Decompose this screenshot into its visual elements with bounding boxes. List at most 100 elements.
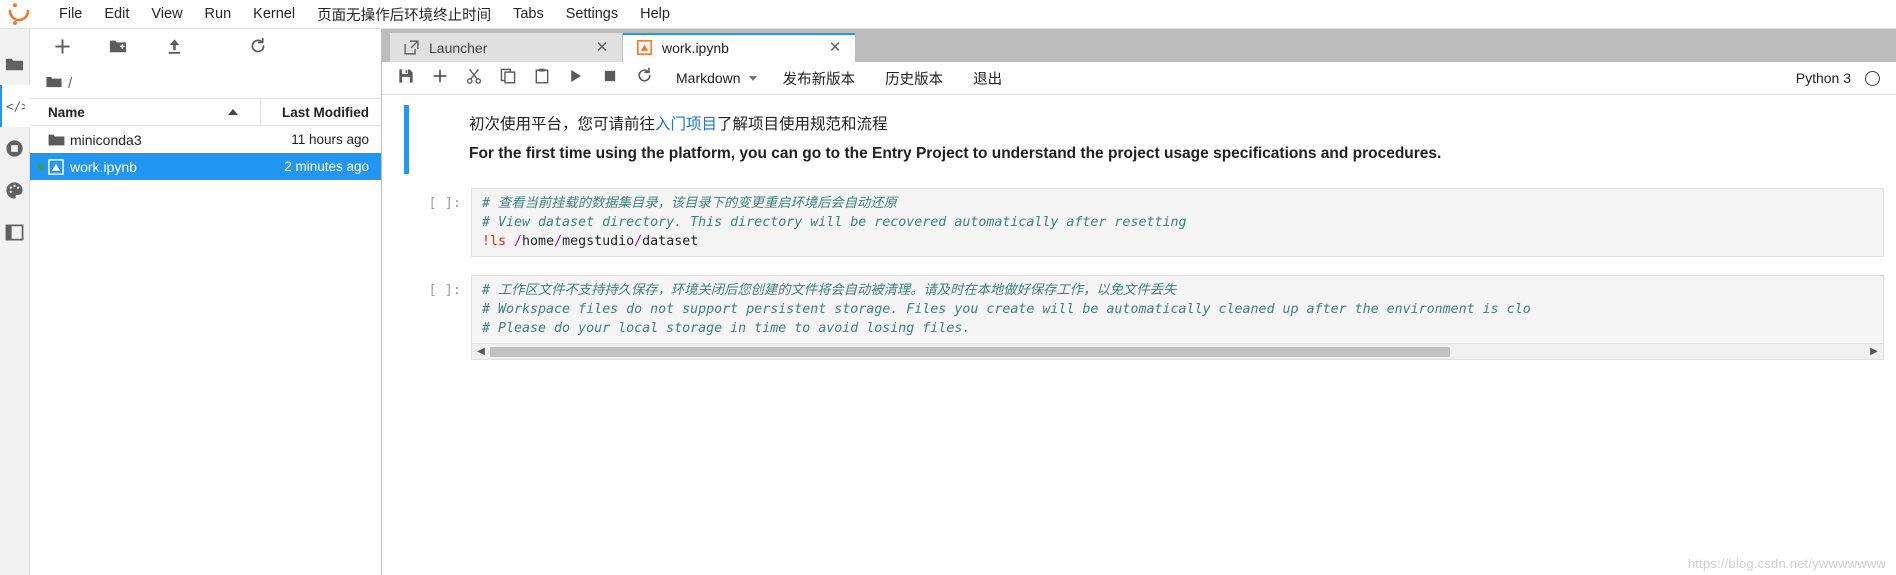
scrollbar-thumb[interactable] xyxy=(490,346,1450,357)
code-editor[interactable]: # 查看当前挂载的数据集目录，该目录下的变更重启环境后会自动还原 # View … xyxy=(471,188,1884,258)
refresh-button[interactable] xyxy=(230,34,286,64)
column-header-name[interactable]: Name xyxy=(30,99,261,125)
publish-new-version-button[interactable]: 发布新版本 xyxy=(773,65,866,92)
scissors-icon xyxy=(466,68,482,89)
code-brackets-icon: </> xyxy=(5,97,24,115)
watermark-text: https://blog.csdn.net/ywwwwwww xyxy=(1687,556,1886,571)
menu-view[interactable]: View xyxy=(140,3,193,25)
restart-kernel-button[interactable] xyxy=(628,65,660,91)
copy-cell-button[interactable] xyxy=(492,65,524,91)
sidebar-extension-code[interactable]: </> xyxy=(0,85,30,127)
new-launcher-button[interactable] xyxy=(34,34,90,64)
copy-icon xyxy=(500,68,516,89)
menu-idle-timeout[interactable]: 页面无操作后环境终止时间 xyxy=(306,1,502,28)
tab-launcher[interactable]: Launcher ✕ xyxy=(390,33,622,62)
file-list-header: Name Last Modified xyxy=(30,98,381,126)
history-versions-button[interactable]: 历史版本 xyxy=(875,65,953,92)
palette-icon xyxy=(5,181,24,200)
folder-icon xyxy=(5,55,24,74)
scroll-left-arrow[interactable]: ◀ xyxy=(474,346,488,357)
path-part: megstudio xyxy=(562,234,635,250)
file-name: work.ipynb xyxy=(70,158,137,175)
path-part: dataset xyxy=(642,234,699,250)
file-list: miniconda3 11 hours ago work.ipynb 2 min… xyxy=(30,126,381,575)
menu-bar: File Edit View Run Kernel 页面无操作后环境终止时间 T… xyxy=(0,0,1896,29)
markdown-text-pre: 初次使用平台，您可请前往 xyxy=(469,116,656,133)
code-line: # Please do your local storage in time t… xyxy=(482,321,971,337)
kernel-name-label[interactable]: Python 3 xyxy=(1796,70,1851,86)
exit-button[interactable]: 退出 xyxy=(963,65,1012,92)
path-part: home xyxy=(522,234,555,250)
notebook-cell-code[interactable]: [ ]: # 查看当前挂载的数据集目录，该目录下的变更重启环境后会自动还原 # … xyxy=(382,188,1896,258)
cell-type-value: Markdown xyxy=(676,70,741,86)
file-browser-panel: / Name Last Modified miniconda3 11 hours… xyxy=(30,29,382,575)
tab-label: Launcher xyxy=(429,39,488,56)
column-header-last-modified[interactable]: Last Modified xyxy=(261,99,381,125)
new-folder-button[interactable] xyxy=(90,34,146,64)
notebook-cell-code[interactable]: [ ]: # 工作区文件不支持持久保存，环境关闭后您创建的文件将会自动被清理。请… xyxy=(382,275,1896,345)
menu-help[interactable]: Help xyxy=(629,3,681,25)
tab-label: work.ipynb xyxy=(662,39,729,56)
code-line: # View dataset directory. This directory… xyxy=(482,215,1187,231)
cell-prompt: [ ]: xyxy=(428,195,461,212)
path-sep: / xyxy=(554,234,563,250)
folder-icon xyxy=(48,133,70,147)
path-sep: / xyxy=(634,234,643,250)
menu-tabs[interactable]: Tabs xyxy=(502,3,555,25)
notebook-panel[interactable]: 初次使用平台，您可请前往入门项目了解项目使用规范和流程 For the firs… xyxy=(382,95,1896,575)
scroll-right-arrow[interactable]: ▶ xyxy=(1867,346,1881,357)
code-line: # 查看当前挂载的数据集目录，该目录下的变更重启环境后会自动还原 xyxy=(482,196,897,212)
chevron-down-icon xyxy=(748,75,757,81)
sidebar-running-terminals[interactable] xyxy=(0,127,30,169)
cut-cell-button[interactable] xyxy=(458,65,490,91)
kernel-status-indicator[interactable] xyxy=(1865,70,1880,86)
play-icon xyxy=(568,68,584,89)
cell-type-select[interactable]: Markdown xyxy=(668,66,763,90)
menu-settings[interactable]: Settings xyxy=(555,3,629,25)
folder-icon xyxy=(46,75,62,92)
file-name: miniconda3 xyxy=(70,131,142,148)
file-modified: 11 hours ago xyxy=(291,132,369,147)
close-icon[interactable]: ✕ xyxy=(827,40,843,56)
launcher-icon xyxy=(404,40,419,55)
markdown-text-post: 了解项目使用规范和流程 xyxy=(717,116,888,133)
running-indicator-dot xyxy=(38,163,44,170)
stop-circle-icon xyxy=(5,139,24,158)
insert-cell-button[interactable] xyxy=(424,65,456,91)
paste-cell-button[interactable] xyxy=(526,65,558,91)
list-item[interactable]: miniconda3 11 hours ago xyxy=(30,126,381,153)
run-cell-button[interactable] xyxy=(560,65,592,91)
breadcrumb[interactable]: / xyxy=(30,68,381,98)
menu-kernel[interactable]: Kernel xyxy=(242,3,306,25)
interrupt-kernel-button[interactable] xyxy=(594,65,626,91)
notebook-cell-markdown[interactable]: 初次使用平台，您可请前往入门项目了解项目使用规范和流程 For the firs… xyxy=(382,105,1896,175)
markdown-line-english: For the first time using the platform, y… xyxy=(469,144,1442,162)
code-editor[interactable]: # 工作区文件不支持持久保存，环境关闭后您创建的文件将会自动被清理。请及时在本地… xyxy=(471,275,1884,345)
menu-file[interactable]: File xyxy=(48,3,93,25)
code-line: # Workspace files do not support persist… xyxy=(482,302,1531,318)
close-icon[interactable]: ✕ xyxy=(594,40,610,56)
paste-icon xyxy=(534,68,550,89)
menu-edit[interactable]: Edit xyxy=(93,3,140,25)
sidebar-file-browser[interactable] xyxy=(0,43,30,85)
sidebar-extension-manager[interactable] xyxy=(0,169,30,211)
notebook-icon xyxy=(48,158,70,175)
entry-project-link[interactable]: 入门项目 xyxy=(655,116,717,133)
tab-work-ipynb[interactable]: work.ipynb ✕ xyxy=(623,33,855,62)
file-browser-toolbar xyxy=(30,29,381,68)
notebook-icon xyxy=(637,40,652,55)
code-horizontal-scrollbar[interactable]: ◀ ▶ xyxy=(471,344,1884,361)
new-folder-icon xyxy=(109,38,127,59)
list-item[interactable]: work.ipynb 2 minutes ago xyxy=(30,153,381,180)
toc-icon xyxy=(5,223,24,242)
breadcrumb-path[interactable]: / xyxy=(68,75,72,92)
menu-run[interactable]: Run xyxy=(194,3,243,25)
code-line: !ls /home/megstudio/dataset xyxy=(482,232,1875,251)
jupyter-logo xyxy=(8,2,36,26)
upload-button[interactable] xyxy=(146,34,202,64)
refresh-icon xyxy=(636,67,653,89)
markdown-line-chinese: 初次使用平台，您可请前往入门项目了解项目使用规范和流程 xyxy=(469,111,1884,140)
save-button[interactable] xyxy=(390,65,422,91)
markdown-rendered-output: 初次使用平台，您可请前往入门项目了解项目使用规范和流程 For the firs… xyxy=(409,105,1896,174)
sidebar-table-of-contents[interactable] xyxy=(0,211,30,253)
